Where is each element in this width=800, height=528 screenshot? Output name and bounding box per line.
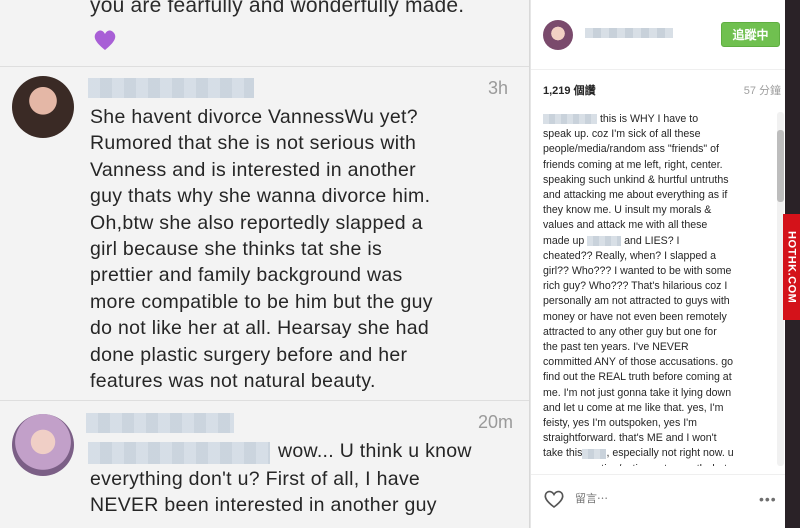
caption-line: feisty, yes I'm outspoken, yes I'm xyxy=(543,416,769,431)
reply-text: everything don't u? First of all, I have… xyxy=(90,468,437,517)
replier-avatar[interactable] xyxy=(12,414,74,476)
instagram-post-panel: 追蹤中 1,219 個讚 57 分鐘 this is WHY I have to… xyxy=(530,0,786,528)
caption-line: committed ANY of those accusations. go xyxy=(543,355,769,370)
divider xyxy=(0,400,529,401)
caption-line: find out the REAL truth before coming at xyxy=(543,370,769,385)
caption-text: speaking such unkind & hurtful untruths xyxy=(543,173,729,186)
caption-line: rich guy? Who??? That's hilarious coz I xyxy=(543,279,769,294)
purple-heart-icon xyxy=(94,30,116,50)
caption-line: take this , especially not right now. u xyxy=(543,446,769,461)
like-count[interactable]: 1,219 個讚 xyxy=(543,82,596,98)
caption-text: take this xyxy=(543,447,583,460)
comment-input[interactable] xyxy=(575,489,725,509)
redacted-text xyxy=(543,114,597,125)
caption-text: straightforward. that's ME and I won't xyxy=(543,432,717,445)
caption-text: personally am not attracted to guys with xyxy=(543,295,730,308)
post-actions: ••• xyxy=(531,474,786,528)
caption-line: they know me. U insult my morals & xyxy=(543,203,769,218)
post-stats: 1,219 個讚 57 分鐘 xyxy=(543,82,783,98)
caption-text: and LIES? I xyxy=(624,234,680,247)
redacted-text xyxy=(587,235,622,246)
caption-line: the past ten years. I've NEVER xyxy=(543,340,769,355)
caption-text: and let u come at me like that. yes, I'm xyxy=(543,401,724,414)
post-time[interactable]: 57 分鐘 xyxy=(744,82,781,98)
like-heart-icon[interactable] xyxy=(543,489,565,509)
caption-text: , especially not right now. u xyxy=(606,447,734,460)
caption-line: values and attack me with all these xyxy=(543,218,769,233)
reply-time: 20m xyxy=(478,412,514,432)
poster-username-blurred[interactable] xyxy=(585,28,673,38)
caption-text: made up xyxy=(543,234,585,247)
caption-text: speak up. coz I'm sick of all these xyxy=(543,128,701,141)
caption-text: cheated?? Really, when? I slapped a xyxy=(543,249,716,262)
more-options-icon[interactable]: ••• xyxy=(759,491,777,507)
scroll-thumb[interactable] xyxy=(777,130,784,202)
caption-line: and let u come at me like that. yes, I'm xyxy=(543,401,769,416)
poster-avatar[interactable] xyxy=(543,20,573,50)
caption-text: people/media/random ass "friends" of xyxy=(543,143,719,156)
caption-text: values and attack me with all these xyxy=(543,219,708,232)
mention-blurred xyxy=(88,442,270,464)
caption-text: rich guy? Who??? That's hilarious coz I xyxy=(543,280,728,293)
caption-line: personally am not attracted to guys with xyxy=(543,294,769,309)
caption-line: money or have not even been remotely xyxy=(543,310,769,325)
caption-line: girl?? Who??? I wanted to be with some xyxy=(543,264,769,279)
caption-text: this is WHY I have to xyxy=(599,113,699,125)
comment-time: 3h xyxy=(488,78,509,98)
post-header: 追蹤中 xyxy=(531,0,786,70)
previous-comment-text: you are fearfully and wonderfully made. xyxy=(90,0,465,17)
caption-line: straightforward. that's ME and I won't xyxy=(543,431,769,446)
commenter-name-blurred xyxy=(88,78,254,98)
reply-first-line: wow... U think u know xyxy=(278,440,472,462)
caption-line: friends coming at me left, right, center… xyxy=(543,158,769,173)
caption-line: speaking such unkind & hurtful untruths xyxy=(543,173,769,188)
commenter-avatar[interactable] xyxy=(12,76,74,138)
caption-text: attracted to any other guy but one for xyxy=(543,325,717,338)
redacted-text xyxy=(582,448,607,459)
caption-text: money or have not even been remotely xyxy=(543,310,727,323)
comment-text: She havent divorce VannessWu yet? Rumore… xyxy=(90,106,433,393)
post-caption: this is WHY I have to speak up. coz I'm s… xyxy=(543,112,769,466)
site-watermark: HOTHK.COM xyxy=(783,214,800,320)
caption-line: speak up. coz I'm sick of all these xyxy=(543,127,769,142)
caption-text: feisty, yes I'm outspoken, yes I'm xyxy=(543,417,697,430)
divider xyxy=(0,66,529,67)
comments-screenshot: you are fearfully and wonderfully made. … xyxy=(0,0,530,528)
caption-line: and attacking me about everything as if xyxy=(543,188,769,203)
caption-text: friends coming at me left, right, center… xyxy=(543,158,723,171)
caption-text: girl?? Who??? I wanted to be with some xyxy=(543,265,732,278)
following-button[interactable]: 追蹤中 xyxy=(721,22,780,47)
caption-text: see me reacting/acting out recently. but xyxy=(543,463,727,466)
caption-text: and attacking me about everything as if xyxy=(543,189,728,202)
caption-line: people/media/random ass "friends" of xyxy=(543,142,769,157)
caption-line: cheated?? Really, when? I slapped a xyxy=(543,249,769,264)
caption-line: made up and LIES? I xyxy=(543,234,769,249)
caption-text: the past ten years. I've NEVER xyxy=(543,341,689,354)
caption-line: attracted to any other guy but one for xyxy=(543,325,769,340)
caption-text: find out the REAL truth before coming at xyxy=(543,371,732,384)
caption-line: me. I'm not just gonna take it lying dow… xyxy=(543,386,769,401)
caption-text: committed ANY of those accusations. go xyxy=(543,356,734,369)
caption-text: me. I'm not just gonna take it lying dow… xyxy=(543,386,732,399)
caption-text: they know me. U insult my morals & xyxy=(543,204,712,217)
replier-name-blurred xyxy=(86,413,234,433)
caption-line: this is WHY I have to xyxy=(543,112,769,127)
caption-line: see me reacting/acting out recently. but xyxy=(543,462,769,466)
